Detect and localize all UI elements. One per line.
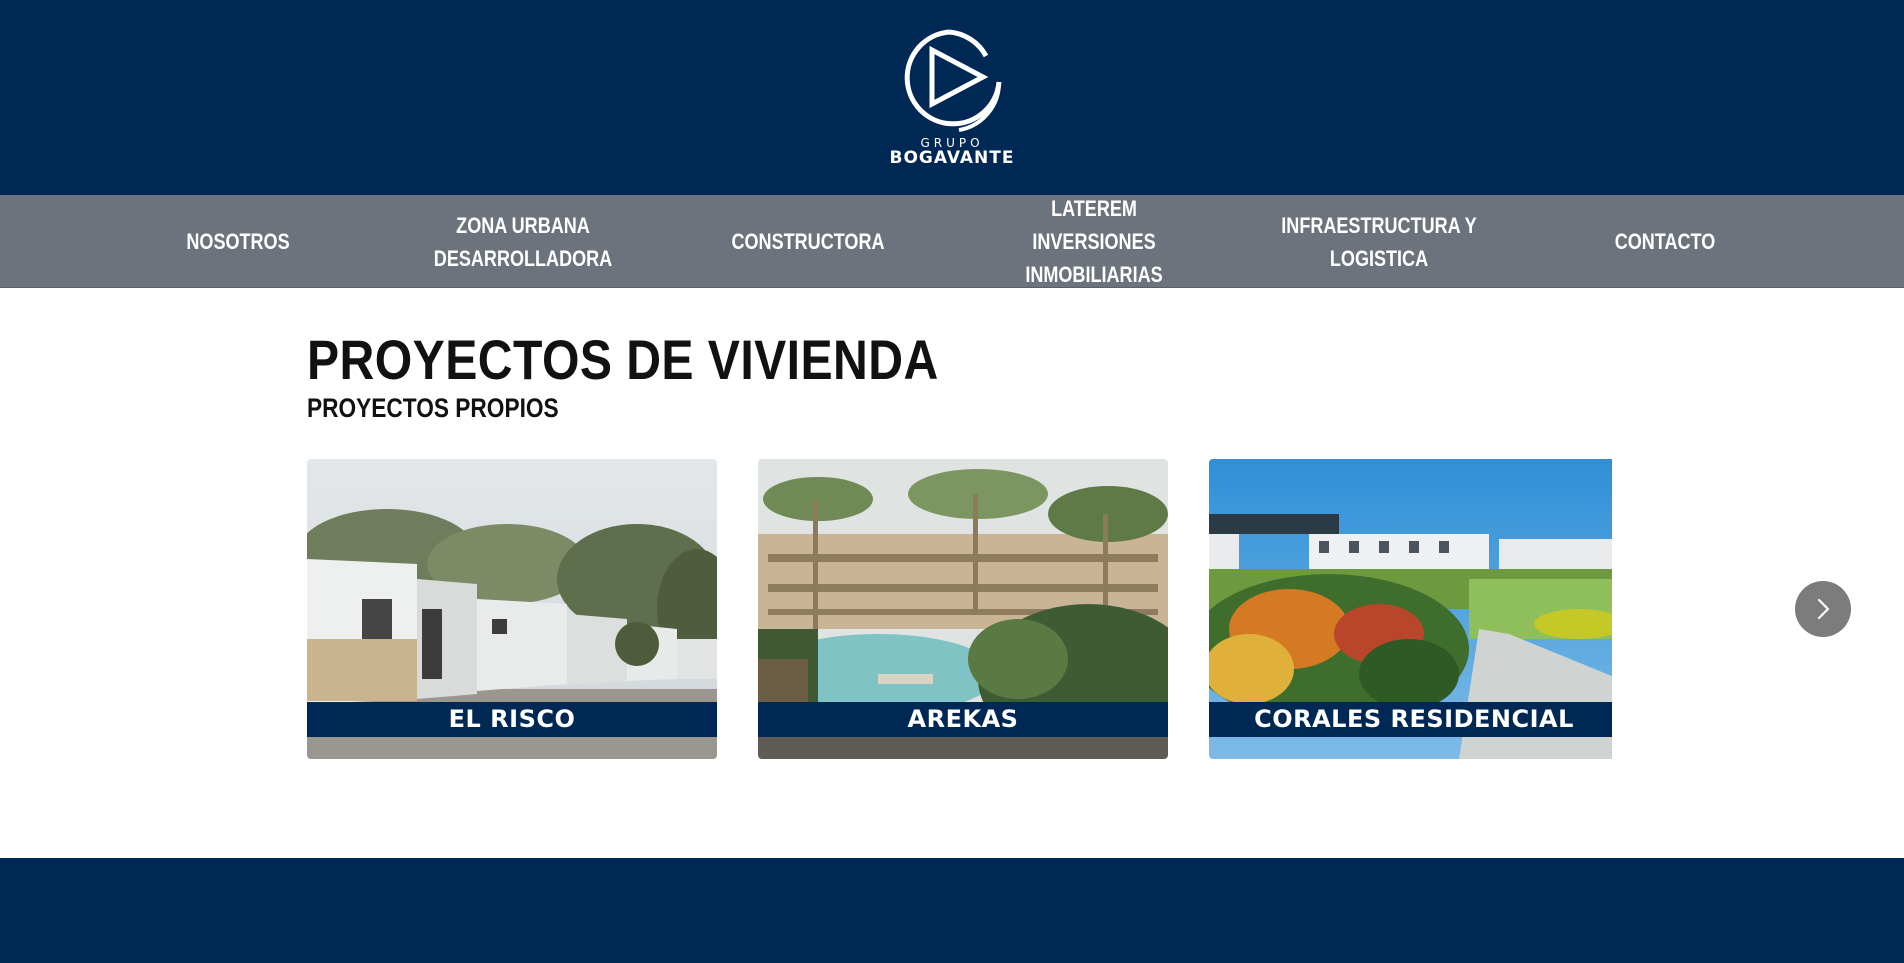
nav-item-label: NOSOTROS xyxy=(186,229,290,254)
nav-item-label: INFRAESTRUCTURA Y LOGISTICA xyxy=(1281,212,1477,271)
project-name: CORALES RESIDENCIAL xyxy=(1209,702,1612,737)
project-card-corales-residencial[interactable]: CORALES RESIDENCIAL xyxy=(1209,459,1612,759)
page-title: PROYECTOS DE VIVIENDA xyxy=(307,328,939,391)
site-footer xyxy=(0,858,1904,963)
project-card-el-risco[interactable]: EL RISCO xyxy=(307,459,717,759)
nav-item-label: LATEREM INVERSIONES INMOBILIARIAS xyxy=(1025,196,1163,287)
nav-item-laterem[interactable]: LATEREM INVERSIONES INMOBILIARIAS xyxy=(987,195,1200,288)
site-header: GRUPO BOGAVANTE xyxy=(0,0,1904,195)
project-card-arekas[interactable]: AREKAS xyxy=(758,459,1168,759)
logo-word-bogavante: BOGAVANTE xyxy=(889,148,1015,168)
project-name: AREKAS xyxy=(758,702,1168,737)
nav-item-label: CONSTRUCTORA xyxy=(731,229,885,254)
main-navigation: NOSOTROS ZONA URBANA DESARROLLADORA CONS… xyxy=(0,195,1904,288)
nav-item-label: ZONA URBANA DESARROLLADORA xyxy=(433,212,613,271)
nav-item-nosotros[interactable]: NOSOTROS xyxy=(131,195,344,288)
carousel-next-button[interactable] xyxy=(1795,581,1851,637)
chevron-right-icon xyxy=(1817,598,1830,620)
project-name: EL RISCO xyxy=(307,702,717,737)
nav-item-zona-urbana[interactable]: ZONA URBANA DESARROLLADORA xyxy=(416,195,629,288)
logo-mark-icon xyxy=(904,29,1002,132)
bogavante-logo[interactable]: GRUPO BOGAVANTE xyxy=(882,20,1022,170)
nav-item-contacto[interactable]: CONTACTO xyxy=(1558,195,1771,288)
projects-carousel: EL RISCO AREKAS CORALES RESIDENCIAL xyxy=(307,459,1612,759)
nav-item-constructora[interactable]: CONSTRUCTORA xyxy=(701,195,914,288)
nav-item-infraestructura[interactable]: INFRAESTRUCTURA Y LOGISTICA xyxy=(1272,195,1485,288)
page-subtitle: PROYECTOS PROPIOS xyxy=(307,393,559,423)
nav-item-label: CONTACTO xyxy=(1614,229,1716,254)
